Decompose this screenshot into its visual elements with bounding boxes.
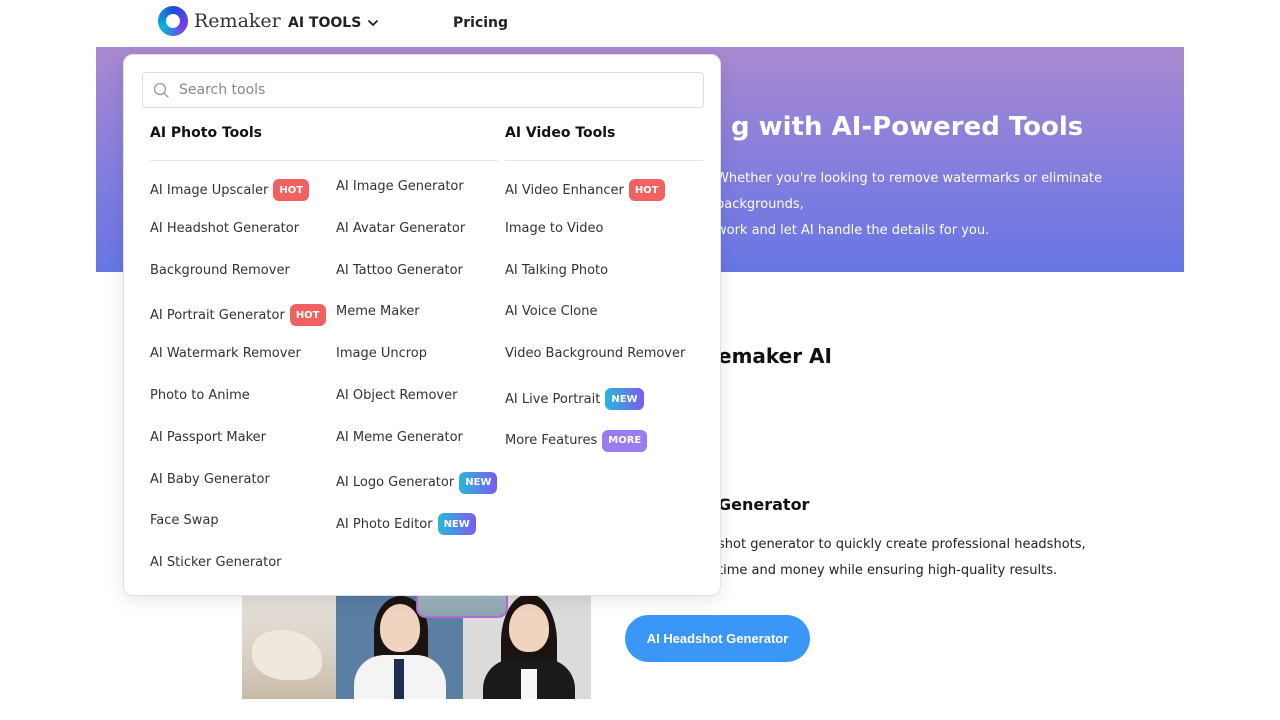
menu-item-label: AI Headshot Generator xyxy=(150,220,300,236)
menu-item-ai-video-enhancer[interactable]: AI Video Enhancer HOT xyxy=(505,179,665,201)
menu-item-label: AI Image Upscaler xyxy=(150,182,269,198)
menu-item-label: Background Remover xyxy=(150,262,290,278)
blouse-shape xyxy=(521,669,537,699)
hot-badge: HOT xyxy=(628,179,665,201)
feature-desc-line-1: shot generator to quickly create profess… xyxy=(718,537,1086,552)
menu-item-label: AI Voice Clone xyxy=(505,304,598,320)
menu-item-label: AI Baby Generator xyxy=(150,471,270,487)
menu-item-meme-maker[interactable]: Meme Maker xyxy=(336,304,420,319)
menu-item-ai-headshot-generator[interactable]: AI Headshot Generator xyxy=(150,221,299,236)
nav-ai-tools[interactable]: AI TOOLS xyxy=(288,15,379,31)
ai-tools-dropdown: AI Photo Tools AI Video Tools AI Image U… xyxy=(123,54,721,596)
menu-item-label: AI Watermark Remover xyxy=(150,346,301,362)
menu-item-label: Photo to Anime xyxy=(150,388,250,403)
more-badge: MORE xyxy=(602,429,648,452)
menu-item-label: More Features xyxy=(505,433,598,449)
menu-item-label: Meme Maker xyxy=(336,304,420,320)
logo-text: Remaker xyxy=(194,10,281,32)
menu-item-label: AI Sticker Generator xyxy=(150,555,282,571)
example-image-still-life xyxy=(242,590,336,699)
menu-item-ai-logo-generator[interactable]: AI Logo Generator NEW xyxy=(336,471,498,494)
chevron-down-icon xyxy=(368,20,379,26)
menu-item-ai-baby-generator[interactable]: AI Baby Generator xyxy=(150,472,270,487)
menu-item-ai-object-remover[interactable]: AI Object Remover xyxy=(336,388,457,403)
menu-item-label: AI Passport Maker xyxy=(150,429,266,445)
menu-item-ai-avatar-generator[interactable]: AI Avatar Generator xyxy=(336,221,465,236)
menu-item-ai-voice-clone[interactable]: AI Voice Clone xyxy=(505,304,597,319)
menu-item-video-background-remover[interactable]: Video Background Remover xyxy=(505,346,685,361)
hero-title: g with AI-Powered Tools xyxy=(731,112,1084,142)
hero-description: Whether you're looking to remove waterma… xyxy=(716,166,1176,244)
menu-item-image-to-video[interactable]: Image to Video xyxy=(505,221,603,236)
menu-item-label: Image Uncrop xyxy=(336,346,428,362)
search-box[interactable] xyxy=(142,72,704,108)
new-badge: NEW xyxy=(437,513,476,536)
menu-item-ai-image-generator[interactable]: AI Image Generator xyxy=(336,179,464,194)
page: Remaker AI TOOLS Pricing g with AI-Power… xyxy=(0,0,1280,720)
video-tools-divider xyxy=(505,160,703,161)
menu-item-label: AI Live Portrait xyxy=(505,391,601,407)
search-input[interactable] xyxy=(179,82,679,98)
menu-item-face-swap[interactable]: Face Swap xyxy=(150,513,219,528)
new-badge: NEW xyxy=(459,471,498,494)
menu-item-label: Image to Video xyxy=(505,220,604,236)
menu-item-ai-watermark-remover[interactable]: AI Watermark Remover xyxy=(150,346,301,361)
menu-item-more-features[interactable]: More Features MORE xyxy=(505,429,648,452)
menu-item-ai-portrait-generator[interactable]: AI Portrait Generator HOT xyxy=(150,304,326,327)
menu-item-ai-image-upscaler[interactable]: AI Image Upscaler HOT xyxy=(150,179,310,201)
face-shape xyxy=(509,604,549,652)
feature-desc-line-2: time and money while ensuring high-quali… xyxy=(718,563,1058,578)
hot-badge: HOT xyxy=(273,179,310,201)
nav-pricing[interactable]: Pricing xyxy=(453,15,508,31)
hero-desc-line-2: work and let AI handle the details for y… xyxy=(716,223,990,238)
menu-item-background-remover[interactable]: Background Remover xyxy=(150,263,290,278)
menu-item-label: Video Background Remover xyxy=(505,346,686,362)
nav-ai-tools-label: AI TOOLS xyxy=(288,15,362,31)
hero-desc-line-1: Whether you're looking to remove waterma… xyxy=(716,171,1102,212)
menu-item-ai-talking-photo[interactable]: AI Talking Photo xyxy=(505,263,608,278)
section-title: emaker AI xyxy=(718,344,832,368)
menu-item-ai-tattoo-generator[interactable]: AI Tattoo Generator xyxy=(336,263,463,278)
new-badge: NEW xyxy=(605,388,644,410)
menu-item-ai-meme-generator[interactable]: AI Meme Generator xyxy=(336,430,463,445)
menu-item-label: AI Image Generator xyxy=(336,179,464,194)
photo-tools-heading: AI Photo Tools xyxy=(150,125,263,141)
ai-headshot-generator-button[interactable]: AI Headshot Generator xyxy=(625,615,810,662)
logo-icon xyxy=(158,6,188,36)
feature-description: shot generator to quickly create profess… xyxy=(718,532,1098,584)
menu-item-label: AI Meme Generator xyxy=(336,429,463,445)
menu-item-image-uncrop[interactable]: Image Uncrop xyxy=(336,346,427,361)
search-icon xyxy=(153,82,169,98)
video-tools-heading: AI Video Tools xyxy=(505,125,616,141)
menu-item-label: AI Tattoo Generator xyxy=(336,262,463,278)
menu-item-label: AI Object Remover xyxy=(336,388,458,403)
logo[interactable]: Remaker xyxy=(158,6,281,36)
menu-item-ai-photo-editor[interactable]: AI Photo Editor NEW xyxy=(336,513,476,536)
menu-item-ai-sticker-generator[interactable]: AI Sticker Generator xyxy=(150,555,282,570)
menu-item-label: AI Portrait Generator xyxy=(150,307,285,323)
menu-item-photo-to-anime[interactable]: Photo to Anime xyxy=(150,388,250,403)
site-header: Remaker AI TOOLS Pricing xyxy=(0,0,1280,47)
tie-shape xyxy=(394,659,404,699)
menu-item-label: AI Video Enhancer xyxy=(505,182,624,198)
photo-tools-divider xyxy=(150,160,498,161)
hot-badge: HOT xyxy=(289,304,326,327)
menu-item-label: AI Talking Photo xyxy=(505,262,609,278)
menu-item-label: AI Avatar Generator xyxy=(336,220,466,236)
feature-title: Generator xyxy=(718,495,810,514)
face-shape xyxy=(380,604,420,652)
menu-item-ai-live-portrait[interactable]: AI Live Portrait NEW xyxy=(505,388,644,410)
menu-item-label: AI Logo Generator xyxy=(336,475,455,491)
menu-item-ai-passport-maker[interactable]: AI Passport Maker xyxy=(150,430,266,445)
menu-item-label: Face Swap xyxy=(150,513,219,529)
menu-item-label: AI Photo Editor xyxy=(336,516,433,532)
